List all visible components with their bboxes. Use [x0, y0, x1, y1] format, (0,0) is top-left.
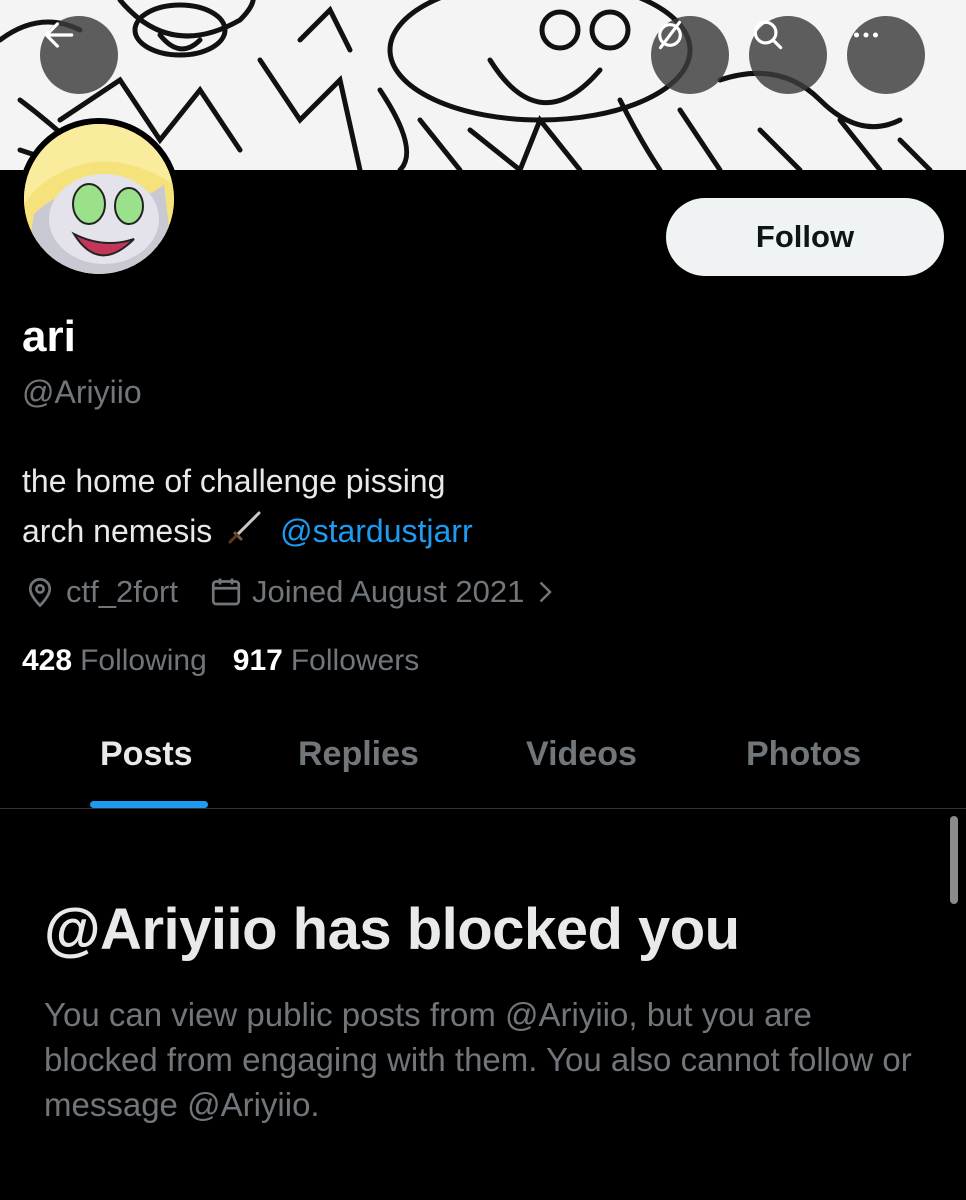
- tab-videos[interactable]: Videos: [526, 735, 637, 774]
- display-name: ari: [22, 312, 76, 361]
- calendar-icon: [211, 578, 241, 606]
- following-link[interactable]: 428 Following: [22, 644, 207, 678]
- followers-link[interactable]: 917 Followers: [233, 644, 419, 678]
- tab-posts[interactable]: Posts: [100, 735, 193, 774]
- tab-photos[interactable]: Photos: [746, 735, 861, 774]
- joined-item[interactable]: Joined August 2021: [208, 574, 568, 610]
- location-item: ctf_2fort: [22, 574, 178, 610]
- location-pin-icon: [28, 577, 52, 608]
- bio-line-2-wrap: arch nemesis @stardustjarr: [22, 506, 473, 561]
- search-button[interactable]: [749, 16, 827, 94]
- followers-label: Followers: [290, 644, 420, 677]
- more-button[interactable]: [847, 16, 925, 94]
- chevron-right-icon: [540, 582, 553, 602]
- avatar[interactable]: [18, 118, 180, 280]
- scrollbar[interactable]: [950, 816, 958, 904]
- arrow-left-icon: [44, 22, 74, 48]
- following-label: Following: [80, 644, 207, 677]
- profile-meta: ctf_2fort Joined August 2021: [22, 574, 568, 610]
- profile-stats: 428 Following 917 Followers: [22, 644, 445, 678]
- grok-icon: [658, 20, 682, 50]
- joined-text: Joined August 2021: [252, 574, 525, 609]
- location-text: ctf_2fort: [66, 574, 178, 609]
- back-button[interactable]: [40, 16, 118, 94]
- profile-tabs: Posts Replies Videos Photos: [0, 715, 966, 809]
- profile-handle: @Ariyiio: [22, 374, 142, 410]
- dagger-icon: [225, 507, 265, 561]
- bio-line-2: arch nemesis: [22, 513, 213, 549]
- followers-count: 917: [232, 644, 283, 677]
- profile-bio: the home of challenge pissing arch nemes…: [22, 456, 473, 561]
- bio-mention-link[interactable]: @stardustjarr: [280, 513, 473, 549]
- grok-button[interactable]: [651, 16, 729, 94]
- blocked-message: You can view public posts from @Ariyiio,…: [44, 996, 912, 1123]
- search-icon: [753, 20, 783, 50]
- active-tab-indicator: [90, 801, 208, 808]
- avatar-artwork: [24, 124, 174, 274]
- following-count: 428: [22, 644, 73, 677]
- more-horizontal-icon: [853, 32, 879, 38]
- bio-line-1: the home of challenge pissing: [22, 463, 446, 499]
- follow-button[interactable]: Follow: [666, 198, 944, 276]
- tab-replies[interactable]: Replies: [298, 735, 419, 774]
- blocked-title: @Ariyiio has blocked you: [44, 897, 740, 962]
